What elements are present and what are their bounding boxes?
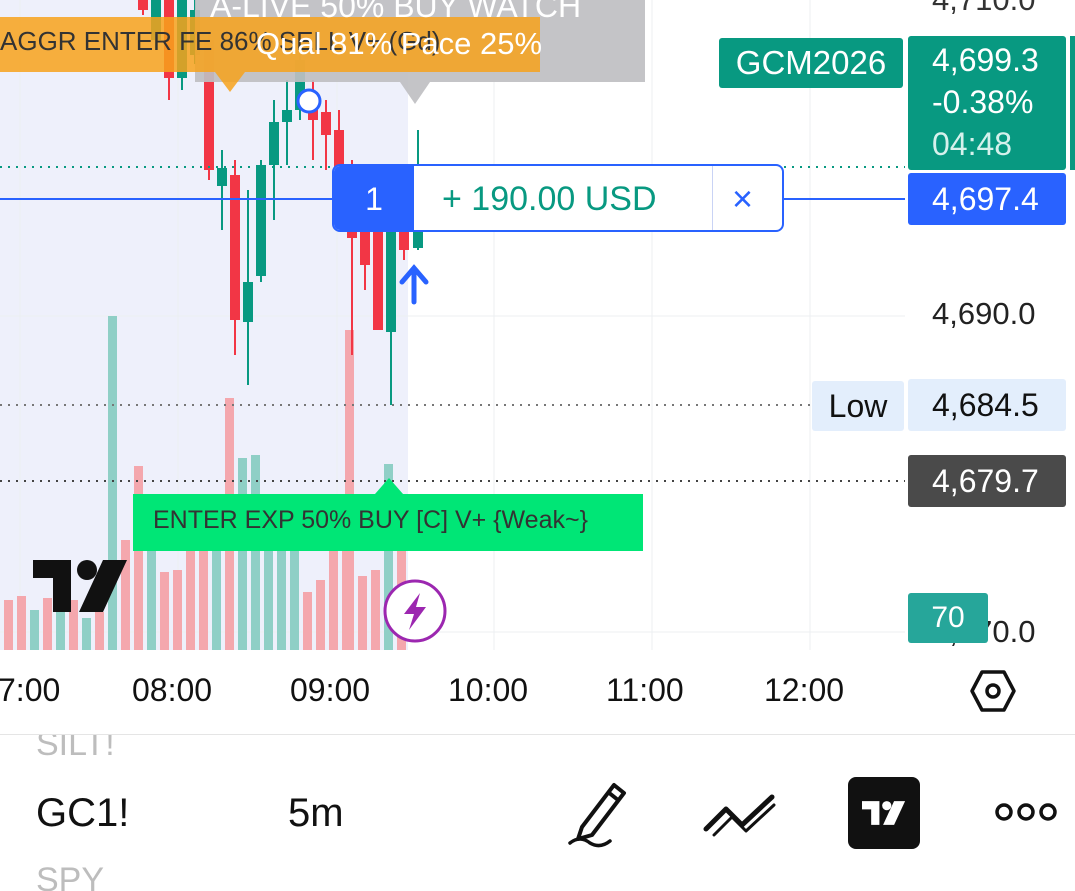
candle-body xyxy=(243,282,253,322)
position-pnl: + 190.00 USD xyxy=(442,180,657,218)
last-price: 4,699.3 xyxy=(932,42,1039,78)
tradingview-logo-icon[interactable] xyxy=(33,558,129,614)
volume-bar xyxy=(277,540,286,650)
volume-bar xyxy=(345,330,354,650)
volume-bar xyxy=(199,540,208,650)
change-percent: -0.38% xyxy=(932,84,1034,120)
volume-bar xyxy=(358,576,367,650)
pencil-icon[interactable] xyxy=(566,777,630,849)
volume-bar xyxy=(30,610,39,650)
time-label-1100: 11:00 xyxy=(606,672,684,708)
tradingview-logo-icon[interactable] xyxy=(848,777,920,849)
hexagon-settings-icon[interactable] xyxy=(968,666,1018,716)
symbol-badge: GCM2026 xyxy=(719,38,903,88)
position-price-box: 4,697.4 xyxy=(908,173,1066,225)
qual-pace-text: Qual 81% Pace 25% xyxy=(256,26,543,61)
volume-bar xyxy=(251,455,260,650)
watch-banner-text: A-LIVE 50% BUY WATCH xyxy=(210,0,582,24)
volume-bar xyxy=(82,618,91,650)
volume-bar xyxy=(238,458,247,650)
time-label-0900: 09:00 xyxy=(290,672,371,708)
time-label-1200: 12:00 xyxy=(764,672,845,708)
symbol-above[interactable]: SILT! xyxy=(36,735,115,764)
volume-bar xyxy=(134,466,143,650)
marker-circle-icon xyxy=(296,88,322,114)
bar-countdown: 04:48 xyxy=(932,126,1013,162)
candle-body xyxy=(321,112,331,135)
time-label-1000: 10:00 xyxy=(448,672,529,708)
candle-body xyxy=(138,0,148,10)
volume-bar xyxy=(17,596,26,650)
volume-bar xyxy=(303,592,312,650)
time-label-0700: 7:00 xyxy=(0,672,61,708)
interval-selector[interactable]: 5m xyxy=(288,791,344,836)
volume-bar xyxy=(290,548,299,650)
chart-area[interactable]: A-LIVE 50% BUY WATCH AGGR ENTER FE 86% S… xyxy=(0,0,1075,650)
more-icon[interactable] xyxy=(994,795,1058,829)
bottom-toolbar: SILT! GC1! SPY 5m xyxy=(0,735,1075,891)
position-qty-box[interactable]: 1 xyxy=(334,166,414,230)
time-label-0800: 08:00 xyxy=(132,672,213,708)
symbol-below[interactable]: SPY xyxy=(36,861,104,891)
volume-bar xyxy=(160,572,169,650)
volume-badge: 70 xyxy=(908,593,988,643)
candle-body xyxy=(256,165,266,276)
low-tag: Low xyxy=(812,381,904,431)
price-axis-4690: 4,690.0 xyxy=(932,296,1036,331)
time-axis[interactable]: 7:00 08:00 09:00 10:00 11:00 12:00 xyxy=(0,650,1075,735)
symbol-selector[interactable]: GC1! xyxy=(36,791,129,836)
volume-bar xyxy=(95,612,104,650)
position-divider xyxy=(712,166,713,230)
volume-bar xyxy=(173,570,182,650)
volume-bar xyxy=(56,612,65,650)
position-widget[interactable]: 1 + 190.00 USD × xyxy=(332,164,784,232)
candle-body xyxy=(269,122,279,165)
candle-body xyxy=(282,110,292,122)
edge-green-strip xyxy=(1070,36,1075,170)
volume-bar xyxy=(4,600,13,650)
level-price-box: 4,679.7 xyxy=(908,455,1066,507)
price-axis-top-label: 4,710.0 xyxy=(932,0,1035,18)
trend-lines-icon[interactable] xyxy=(702,785,778,841)
volume-bar xyxy=(316,580,325,650)
close-position-icon[interactable]: × xyxy=(732,178,753,220)
candle-body xyxy=(217,168,227,186)
candle-body xyxy=(230,175,240,320)
enter-label-text: ENTER EXP 50% BUY [C] V+ {Weak~} xyxy=(153,506,588,534)
volume-bar xyxy=(371,570,380,650)
low-value-box: 4,684.5 xyxy=(908,379,1066,431)
